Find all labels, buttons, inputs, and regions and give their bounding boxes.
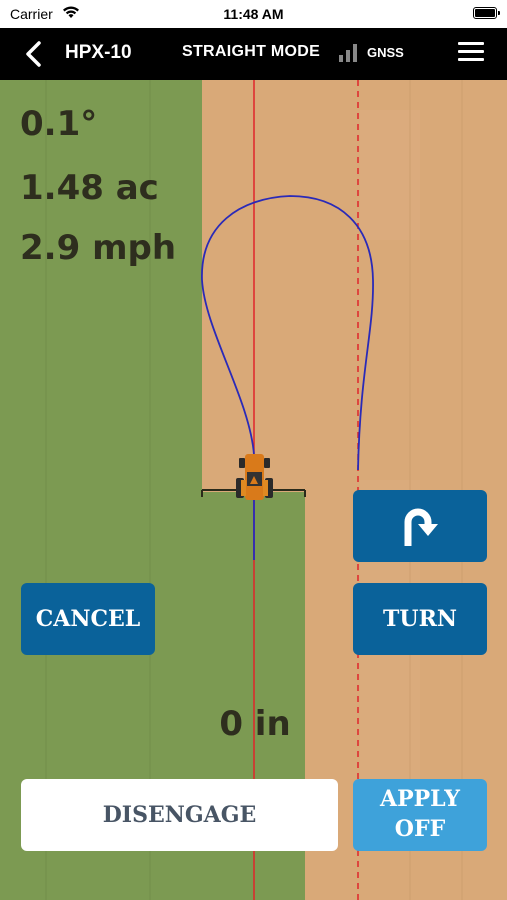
steering-mode-label[interactable]: STRAIGHT MODE [182,43,320,61]
u-turn-button[interactable] [353,490,487,562]
cross-track-offset: 0 in [219,704,291,744]
clock: 11:48 AM [223,6,284,22]
apply-state-label: OFF [394,816,446,842]
device-title: HPX-10 [65,42,132,63]
heading-error-readout: 0.1° [20,104,98,144]
apply-label: APPLY [380,786,460,813]
battery-icon [473,7,500,19]
apply-off-button[interactable]: APPLY OFF [353,779,487,851]
status-bar: Carrier 11:48 AM [0,0,507,28]
gnss-label: GNSS [367,45,404,60]
area-readout: 1.48 ac [20,168,159,208]
turn-button[interactable]: TURN [353,583,487,655]
hamburger-menu-icon[interactable] [458,42,484,64]
cancel-button[interactable]: CANCEL [21,583,155,655]
back-chevron-icon[interactable] [20,40,48,68]
u-turn-arrow-icon [404,508,438,546]
disengage-button[interactable]: DISENGAGE [21,779,338,851]
nav-bar: HPX-10 STRAIGHT MODE GNSS [0,28,507,80]
signal-strength-icon [339,44,357,62]
speed-readout: 2.9 mph [20,228,177,268]
